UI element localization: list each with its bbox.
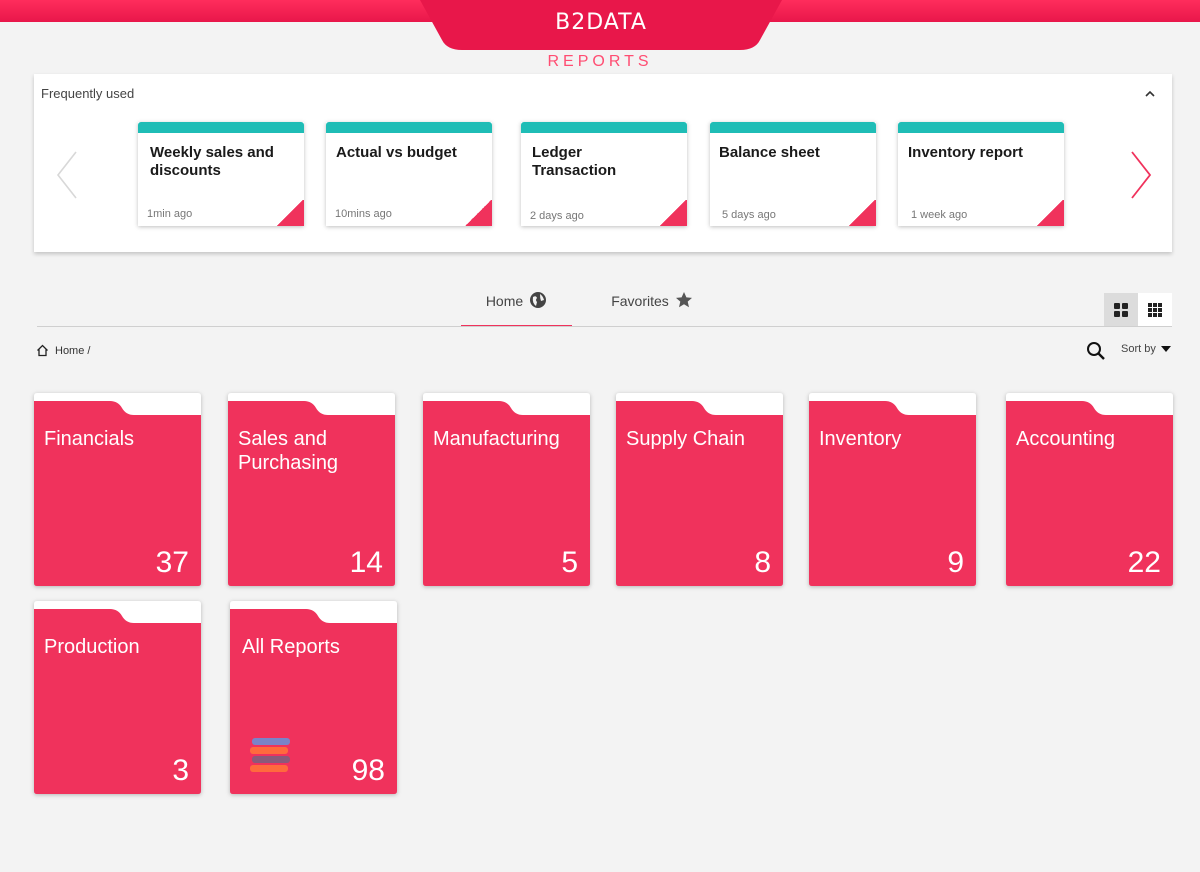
folder-inventory[interactable]: Inventory 9 <box>809 393 976 586</box>
folder-name: Production <box>44 636 140 658</box>
folder-accounting[interactable]: Accounting 22 <box>1006 393 1173 586</box>
folder-name: Inventory <box>819 428 902 450</box>
tab-home[interactable]: Home <box>461 292 572 327</box>
card-accent <box>521 122 687 133</box>
brand-name: B2DATA <box>555 10 647 35</box>
card-corner <box>464 200 492 226</box>
folder-financials[interactable]: Financials 37 <box>34 393 201 586</box>
home-icon <box>37 344 48 357</box>
folder-name: Financials <box>44 428 135 450</box>
card-accent <box>710 122 876 133</box>
tabs-divider <box>37 326 1172 327</box>
folder-count: 14 <box>349 546 383 579</box>
sort-by-label: Sort by <box>1121 343 1156 355</box>
folder-count: 3 <box>172 754 189 787</box>
brand-tab: B2DATA <box>420 0 782 50</box>
carousel-next-button[interactable] <box>1128 150 1154 200</box>
card-time: 2 days ago <box>530 210 584 222</box>
card-accent <box>326 122 492 133</box>
card-time: 5 days ago <box>722 209 776 221</box>
folder-count: 5 <box>561 546 578 579</box>
card-accent <box>138 122 304 133</box>
folder-production[interactable]: Production 3 <box>34 601 201 794</box>
tab-favorites[interactable]: Favorites <box>592 292 712 327</box>
card-time: 10mins ago <box>335 208 392 220</box>
card-corner <box>659 200 687 226</box>
folder-name: All Reports <box>242 636 340 658</box>
card-title: Ledger Transaction <box>532 144 617 179</box>
card-title: Actual vs budget <box>336 144 457 161</box>
grid-small-icon <box>1148 302 1162 317</box>
folder-supply-chain[interactable]: Supply Chain 8 <box>616 393 783 586</box>
folder-sales-and-purchasing[interactable]: Sales and Purchasing 14 <box>228 393 395 586</box>
folder-name: Sales and Purchasing <box>238 428 339 474</box>
folder-count: 37 <box>155 546 189 579</box>
folder-count: 98 <box>351 754 385 787</box>
carousel-prev-button[interactable] <box>54 150 80 200</box>
sort-by-dropdown[interactable]: Sort by <box>1121 343 1172 355</box>
folder-count: 8 <box>754 546 771 579</box>
star-icon <box>675 292 692 308</box>
card-corner <box>1036 200 1064 226</box>
breadcrumb[interactable]: Home / <box>36 344 90 357</box>
grid-large-icon <box>1114 302 1128 317</box>
card-accent <box>898 122 1064 133</box>
section-title: REPORTS <box>547 53 653 70</box>
report-card[interactable]: Ledger Transaction 2 days ago <box>521 122 687 226</box>
search-icon <box>1087 342 1105 360</box>
folder-count: 9 <box>947 546 964 579</box>
breadcrumb-text: Home / <box>55 344 91 357</box>
folder-all-reports[interactable]: All Reports 98 <box>230 601 397 794</box>
folder-name: Accounting <box>1016 428 1115 450</box>
caret-down-icon <box>1160 346 1171 352</box>
small-grid-view-button[interactable] <box>1138 293 1172 326</box>
card-corner <box>848 200 876 226</box>
card-title: Balance sheet <box>719 144 820 161</box>
folder-count: 22 <box>1127 546 1161 579</box>
globe-icon <box>530 292 547 308</box>
card-title: Weekly sales and discounts <box>150 144 274 179</box>
collapse-button[interactable] <box>1142 86 1158 102</box>
tab-favorites-label: Favorites <box>611 293 669 309</box>
folder-name: Manufacturing <box>433 428 560 450</box>
chevron-right-icon <box>1131 151 1152 199</box>
folder-manufacturing[interactable]: Manufacturing 5 <box>423 393 590 586</box>
search-button[interactable] <box>1085 340 1109 362</box>
card-corner <box>276 200 304 226</box>
report-card[interactable]: Inventory report 1 week ago <box>898 122 1064 226</box>
tab-home-label: Home <box>485 293 524 309</box>
card-time: 1 week ago <box>911 209 968 221</box>
card-title: Inventory report <box>908 144 1024 161</box>
report-card[interactable]: Balance sheet 5 days ago <box>710 122 876 226</box>
frequently-used-title: Frequently used <box>41 86 135 101</box>
books-stack-icon <box>250 738 290 772</box>
chevron-left-icon <box>56 151 77 199</box>
frequently-used-panel: Frequently used Weekly sales and discoun… <box>34 74 1172 252</box>
report-card[interactable]: Actual vs budget 10mins ago <box>326 122 492 226</box>
report-card[interactable]: Weekly sales and discounts 1min ago <box>138 122 304 226</box>
card-time: 1min ago <box>147 208 193 220</box>
chevron-up-icon <box>1145 90 1155 97</box>
folder-name: Supply Chain <box>626 428 745 450</box>
large-grid-view-button[interactable] <box>1104 293 1138 326</box>
